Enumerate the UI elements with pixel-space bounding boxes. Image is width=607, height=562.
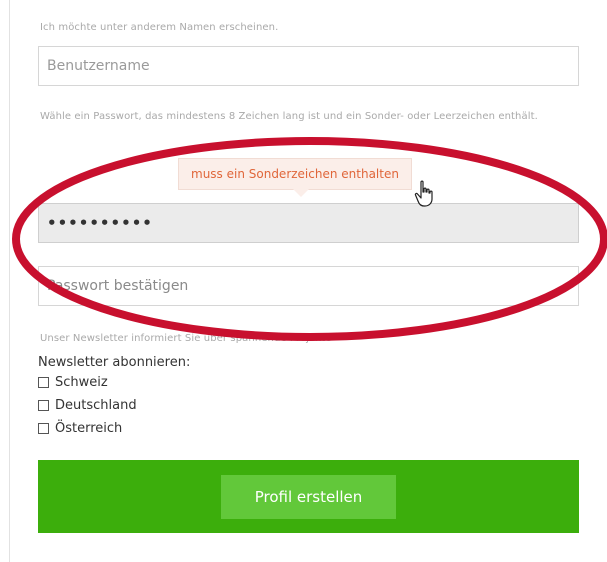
password-error-tooltip: muss ein Sonderzeichen enthalten: [178, 158, 412, 190]
newsletter-option-deutschland[interactable]: Deutschland: [38, 398, 137, 413]
checkbox[interactable]: [38, 400, 49, 411]
newsletter-title: Newsletter abonnieren:: [38, 355, 191, 370]
newsletter-option-oesterreich[interactable]: Österreich: [38, 421, 122, 436]
checkbox[interactable]: [38, 423, 49, 434]
password-confirm-field[interactable]: Passwort bestätigen: [38, 266, 579, 306]
newsletter-hint: Unser Newsletter informiert Sie über spa…: [40, 333, 332, 344]
newsletter-option-label: Österreich: [55, 421, 123, 436]
hand-pointer-icon: [414, 180, 433, 207]
username-field[interactable]: Benutzername: [38, 46, 579, 86]
create-profile-button[interactable]: Profil erstellen: [221, 475, 396, 519]
username-hint: Ich möchte unter anderem Namen erscheine…: [40, 22, 279, 33]
tooltip-arrow: [293, 189, 309, 197]
newsletter-option-schweiz[interactable]: Schweiz: [38, 375, 108, 390]
card-border: [9, 0, 10, 562]
password-hint: Wähle ein Passwort, das mindestens 8 Zei…: [40, 111, 538, 122]
checkbox[interactable]: [38, 377, 49, 388]
registration-form: Ich möchte unter anderem Namen erscheine…: [0, 0, 607, 562]
newsletter-option-label: Deutschland: [55, 398, 137, 413]
newsletter-option-label: Schweiz: [55, 375, 108, 390]
password-field[interactable]: ••••••••••: [38, 203, 579, 243]
